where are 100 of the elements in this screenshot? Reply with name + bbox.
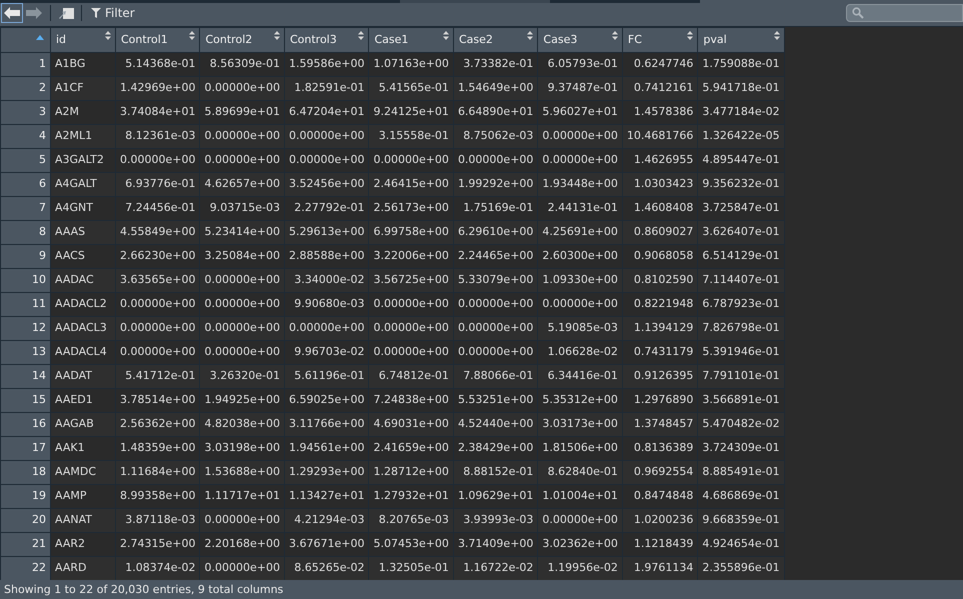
table-cell: 4.924654e-01 (698, 532, 784, 556)
table-cell: 0.00000e+00 (453, 292, 538, 316)
sort-header[interactable] (0, 28, 50, 52)
table-cell: 1.4608408 (622, 196, 698, 220)
table-cell: 0.7431179 (622, 340, 698, 364)
table-cell: A2M (50, 100, 116, 124)
table-cell: 5.29613e+00 (284, 220, 369, 244)
table-cell: AADAT (50, 364, 116, 388)
row-number: 4 (0, 124, 50, 148)
table-cell: 9.24125e+01 (368, 100, 454, 124)
table-cell: 2.38429e+00 (453, 436, 538, 460)
sort-arrows-icon (612, 31, 618, 40)
table-cell: 1.27932e+01 (368, 484, 454, 508)
row-number: 14 (0, 364, 50, 388)
table-cell: 0.00000e+00 (200, 508, 284, 532)
table-cell: 4.25691e+00 (538, 220, 622, 244)
funnel-icon (91, 8, 101, 18)
table-cell: 8.12361e-03 (116, 124, 200, 148)
table-cell: 2.41659e+00 (368, 436, 454, 460)
table-cell: 8.65265e-02 (284, 556, 369, 580)
table-cell: 1.42969e+00 (116, 76, 200, 100)
table-cell: 9.03715e-03 (200, 196, 284, 220)
table-cell: 1.82591e-01 (284, 76, 369, 100)
table-cell: 1.94925e+00 (200, 388, 284, 412)
column-header[interactable]: id (50, 28, 116, 52)
column-header[interactable]: Case1 (368, 28, 454, 52)
window-icon (58, 8, 74, 18)
table-cell: 2.66230e+00 (116, 244, 200, 268)
table-cell: 9.356232e-01 (698, 172, 784, 196)
table-cell: AARD (50, 556, 116, 580)
table-cell: 3.725847e-01 (698, 196, 784, 220)
table-cell: 6.93776e-01 (116, 172, 200, 196)
table-cell: 6.787923e-01 (698, 292, 784, 316)
table-cell: 1.08374e-02 (116, 556, 200, 580)
table-cell: 0.00000e+00 (538, 148, 622, 172)
table-cell: 3.25084e+00 (200, 244, 284, 268)
table-cell: 5.53251e+00 (453, 388, 538, 412)
table-cell: 3.93993e-03 (453, 508, 538, 532)
table-cell: 6.05793e-01 (538, 52, 622, 76)
sort-arrows-icon (189, 31, 196, 40)
row-number: 13 (0, 340, 50, 364)
table-cell: 9.90680e-03 (284, 292, 369, 316)
table-cell: 1.28712e+00 (368, 460, 454, 484)
table-cell: 2.24465e+00 (453, 244, 538, 268)
table-cell: AAMP (50, 484, 116, 508)
table-cell: 2.355896e-01 (698, 556, 784, 580)
table-cell: 0.00000e+00 (116, 316, 200, 340)
column-header[interactable]: Case2 (453, 28, 538, 52)
table-cell: 5.96027e+01 (538, 100, 622, 124)
table-cell: 5.33079e+00 (453, 268, 538, 292)
table-cell: 6.99758e+00 (368, 220, 454, 244)
column-header[interactable]: pval (698, 28, 784, 52)
column-header[interactable]: Control3 (284, 28, 369, 52)
table-cell: 8.885491e-01 (698, 460, 784, 484)
table-cell: A3GALT2 (50, 148, 116, 172)
row-number: 16 (0, 412, 50, 436)
column-header[interactable]: Control2 (200, 28, 284, 52)
table-cell: 3.724309e-01 (698, 436, 784, 460)
table-cell: 0.00000e+00 (200, 76, 284, 100)
column-header[interactable]: FC (622, 28, 698, 52)
table-cell: 8.62840e-01 (538, 460, 622, 484)
table-cell: 3.56725e+00 (368, 268, 454, 292)
table-cell: 1.1218439 (622, 532, 698, 556)
row-number: 7 (0, 196, 50, 220)
row-number: 10 (0, 268, 50, 292)
column-header[interactable]: Control1 (116, 28, 200, 52)
row-number: 9 (0, 244, 50, 268)
search-field[interactable] (846, 4, 963, 22)
table-cell: 0.00000e+00 (200, 340, 284, 364)
table-cell: AAGAB (50, 412, 116, 436)
row-number: 6 (0, 172, 50, 196)
table-cell: 0.00000e+00 (538, 292, 622, 316)
table-cell: 0.00000e+00 (368, 292, 454, 316)
table-cell: 1.54649e+00 (453, 76, 538, 100)
search-icon (852, 7, 864, 19)
table-cell: 0.00000e+00 (284, 148, 369, 172)
table-cell: 5.41712e-01 (116, 364, 200, 388)
table-cell: 0.9068058 (622, 244, 698, 268)
table-cell: 6.34416e-01 (538, 364, 622, 388)
row-number: 5 (0, 148, 50, 172)
row-number: 15 (0, 388, 50, 412)
filter-button[interactable]: Filter (87, 4, 139, 22)
table-cell: 3.22006e+00 (368, 244, 454, 268)
table-cell: 1.06628e-02 (538, 340, 622, 364)
table-cell: 3.626407e-01 (698, 220, 784, 244)
table-cell: AADAC (50, 268, 116, 292)
row-number: 3 (0, 100, 50, 124)
table-cell: 3.52456e+00 (284, 172, 369, 196)
column-header[interactable]: Case3 (538, 28, 622, 52)
table-cell: 1.0303423 (622, 172, 698, 196)
row-number: 2 (0, 76, 50, 100)
table-cell: 0.00000e+00 (368, 340, 454, 364)
table-cell: 0.00000e+00 (116, 292, 200, 316)
table-cell: 6.74812e-01 (368, 364, 454, 388)
sort-arrows-icon (774, 31, 780, 40)
table-cell: 0.00000e+00 (368, 148, 454, 172)
table-cell: 4.62657e+00 (200, 172, 284, 196)
table-cell: 3.03173e+00 (538, 412, 622, 436)
back-button[interactable] (1, 3, 23, 23)
table-cell: AAK1 (50, 436, 116, 460)
